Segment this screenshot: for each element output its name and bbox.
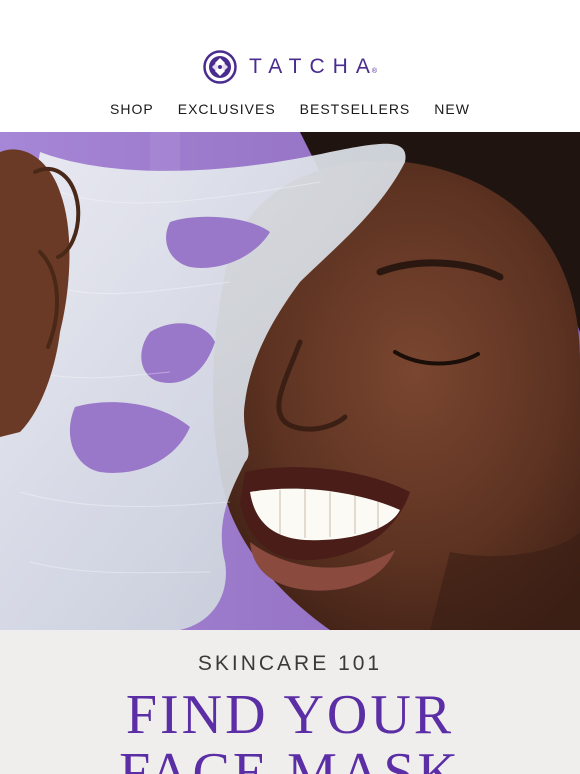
promo-headline[interactable]: FIND YOUR FACE MASK <box>0 686 580 774</box>
headline-line-1: FIND YOUR <box>125 684 455 746</box>
registered-mark: ® <box>371 67 378 75</box>
brand-name: TATCHA <box>248 55 378 78</box>
main-nav: SHOP EXCLUSIVES BESTSELLERS NEW <box>0 99 580 119</box>
nav-item-shop[interactable]: SHOP <box>98 99 166 119</box>
nav-item-new[interactable]: NEW <box>422 99 482 119</box>
brand-logo[interactable]: TATCHA ® <box>0 49 580 85</box>
headline-line-2: FACE MASK <box>119 742 461 774</box>
promo-section: SKINCARE 101 FIND YOUR FACE MASK <box>0 630 580 774</box>
hero-banner[interactable] <box>0 132 580 630</box>
nav-item-exclusives[interactable]: EXCLUSIVES <box>166 99 288 119</box>
promo-eyebrow: SKINCARE 101 <box>197 652 383 675</box>
email-header: TATCHA ® SHOP EXCLUSIVES BESTSELLERS NEW <box>0 0 580 132</box>
tatcha-logo-mark-icon <box>203 50 237 84</box>
hero-photo <box>0 132 580 630</box>
nav-item-bestsellers[interactable]: BESTSELLERS <box>288 99 423 119</box>
